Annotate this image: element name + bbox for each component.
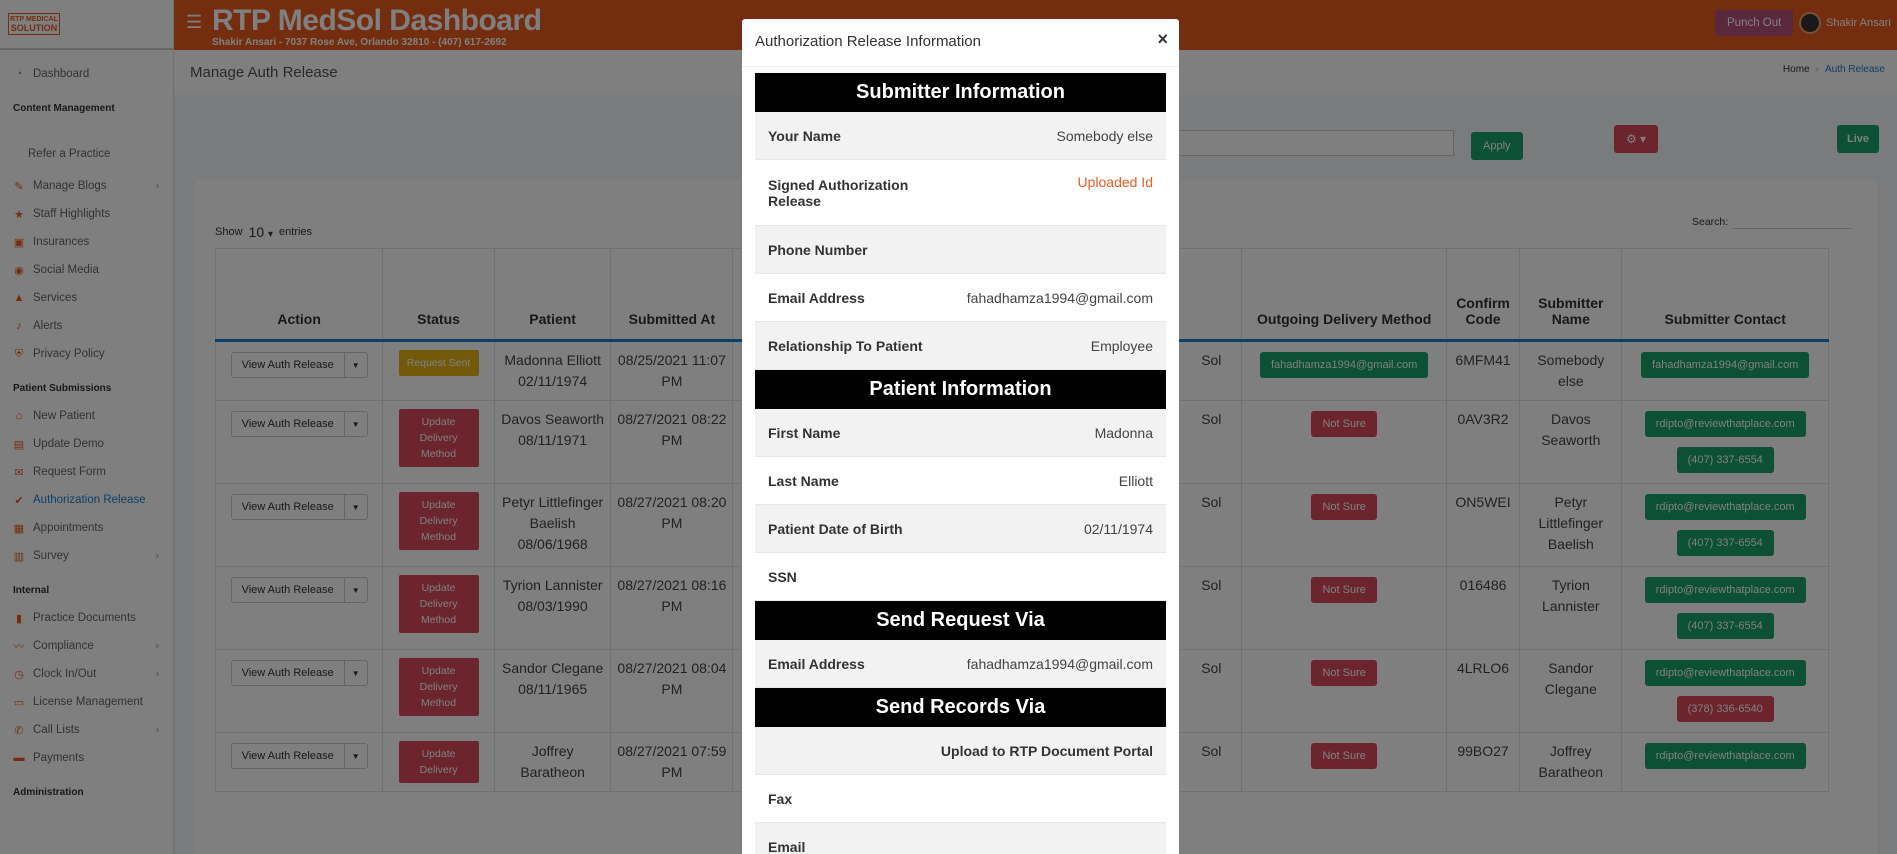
modal-title: Authorization Release Information [755,33,981,50]
info-label: Phone Number [768,241,868,258]
info-value: fahadhamza1994@gmail.com [966,289,1153,306]
info-label: Signed Authorization Release [768,176,909,209]
modal-body: Submitter Information Your Name Somebody e… [755,73,1166,854]
info-value: Employee [1090,337,1153,354]
info-row: Upload to RTP Document Portal [755,727,1166,775]
info-value: Upload to RTP Document Portal [940,742,1153,759]
info-row: Relationship To Patient Employee [755,322,1166,370]
info-value: Madonna [1094,424,1153,441]
info-row: First Name Madonna [755,409,1166,457]
section-heading: Send Request Via [755,601,1166,640]
modal-header: Authorization Release Information × [742,19,1179,67]
section-heading: Submitter Information [755,73,1166,112]
info-value: Elliott [1118,472,1153,489]
info-value: Somebody else [1056,127,1153,144]
modal-section: Patient Information First Name Madonna Last… [755,370,1166,601]
close-icon[interactable]: × [1157,29,1168,50]
section-heading: Send Records Via [755,688,1166,727]
info-label: Email Address [768,655,865,672]
info-label: Last Name [768,472,839,489]
info-label: Fax [768,790,793,807]
info-row: Email Address fahadhamza1994@gmail.com [755,274,1166,322]
info-value: 02/11/1974 [1083,520,1153,537]
info-value[interactable]: Uploaded Id [1077,174,1153,190]
modal-section: Send Records Via Upload to RTP Document P… [755,688,1166,854]
info-row: Patient Date of Birth 02/11/1974 [755,505,1166,553]
info-label: Relationship To Patient [768,337,923,354]
section-rows: Your Name Somebody else Signed Authorizati… [755,112,1166,370]
section-rows: First Name Madonna Last Name Elliott Patient… [755,409,1166,601]
info-row: Your Name Somebody else [755,112,1166,160]
info-label: Patient Date of Birth [768,520,903,537]
info-row: Fax [755,775,1166,823]
section-rows: Email Address fahadhamza1994@gmail.com [755,640,1166,688]
section-rows: Upload to RTP Document Portal Fax Email [755,727,1166,854]
info-label: Email Address [768,289,865,306]
info-label: Email [768,838,806,854]
info-row: Email Address fahadhamza1994@gmail.com [755,640,1166,688]
info-row: Last Name Elliott [755,457,1166,505]
section-heading: Patient Information [755,370,1166,409]
info-label: First Name [768,424,841,441]
modal-section: Submitter Information Your Name Somebody e… [755,73,1166,370]
info-label: Your Name [768,127,841,144]
auth-release-modal: Authorization Release Information × Subm… [742,19,1179,854]
info-row: Signed Authorization Release Uploaded Id [755,160,1166,226]
info-value: fahadhamza1994@gmail.com [966,655,1153,672]
info-row: Phone Number [755,226,1166,274]
modal-section: Send Request Via Email Address fahadhamza1… [755,601,1166,688]
info-row: SSN [755,553,1166,601]
info-row: Email [755,823,1166,854]
info-label: SSN [768,568,797,585]
